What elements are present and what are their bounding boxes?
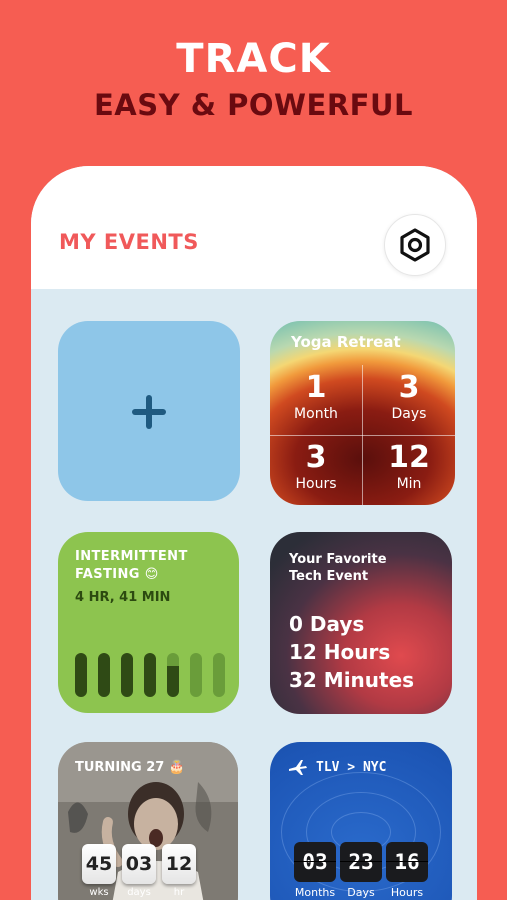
event-tile-birthday[interactable]: TURNING 27 🎂 45 03 12 wks days hr (58, 742, 238, 900)
event-tile-yoga-retreat[interactable]: Yoga Retreat 1 Month 3 Days 3 Hours 12 M… (270, 321, 455, 505)
countdown-value: 3 (305, 440, 327, 475)
elapsed-time: 4 HR, 41 MIN (75, 590, 171, 605)
event-tile-tech-event[interactable]: Your Favorite Tech Event 0 Days 12 Hours… (270, 532, 452, 714)
progress-bar-segment (75, 653, 87, 697)
hero-subtitle: EASY & POWERFUL (94, 88, 413, 122)
app-header: MY EVENTS (31, 166, 477, 289)
event-title: TURNING 27 🎂 (75, 760, 186, 775)
flight-route: TLV > NYC (316, 760, 387, 775)
countdown-unit: Month (294, 406, 338, 422)
countdown-cell-days: 3 Days (363, 365, 455, 435)
settings-button[interactable] (384, 214, 446, 276)
plus-icon (132, 395, 166, 429)
counter-hours: 16 (386, 842, 428, 882)
countdown-cell-month: 1 Month (270, 365, 362, 435)
progress-bar-segment (144, 653, 156, 697)
event-title-line1: INTERMITTENT (75, 549, 188, 564)
counter-unit: Hours (390, 886, 424, 899)
countdown-unit: Days (391, 406, 427, 422)
countdown-hours: 12 Hours (289, 640, 391, 664)
countdown-value: 12 (388, 440, 430, 475)
countdown-value: 3 (398, 370, 420, 405)
countdown-unit: Hours (295, 476, 337, 492)
counter-unit: Months (294, 886, 336, 899)
add-event-tile[interactable] (58, 321, 240, 501)
countdown-unit: Min (396, 476, 422, 492)
countdown-minutes: 32 Minutes (289, 668, 415, 692)
hexagon-nut-icon (400, 228, 430, 262)
event-tile-flight[interactable]: TLV > NYC 03 23 16 Months Days Hours (270, 742, 452, 900)
event-title-line2: FASTING 😊 (75, 567, 159, 582)
progress-bar-segment (98, 653, 110, 697)
countdown-cell-min: 12 Min (363, 435, 455, 505)
airplane-icon (289, 760, 307, 775)
event-title: Yoga Retreat (291, 333, 401, 351)
countdown-value: 1 (305, 370, 327, 405)
event-tile-intermittent-fasting[interactable]: INTERMITTENT FASTING 😊 4 HR, 41 MIN (58, 532, 239, 713)
progress-bar-segment (167, 653, 179, 697)
progress-bar-segment (213, 653, 225, 697)
counter-unit: days (127, 887, 151, 898)
counter-unit: Days (347, 886, 375, 899)
event-title-line2: Tech Event (289, 569, 369, 584)
event-title-line1: Your Favorite (289, 552, 387, 567)
phone-screen: MY EVENTS Yoga Retreat 1 Month 3 Days 3 … (31, 166, 477, 900)
counter-unit: hr (173, 887, 185, 898)
counter-unit: wks (89, 887, 109, 898)
hero-title: TRACK (176, 36, 331, 82)
counter-weeks: 45 (82, 844, 116, 884)
counter-days: 03 (122, 844, 156, 884)
counter-days: 23 (340, 842, 382, 882)
counter-hours: 12 (162, 844, 196, 884)
countdown-cell-hours: 3 Hours (270, 435, 362, 505)
page-title: MY EVENTS (59, 230, 199, 254)
counter-months: 03 (294, 842, 336, 882)
progress-bar-segment (121, 653, 133, 697)
countdown-days: 0 Days (289, 612, 365, 636)
progress-bar-segment (190, 653, 202, 697)
